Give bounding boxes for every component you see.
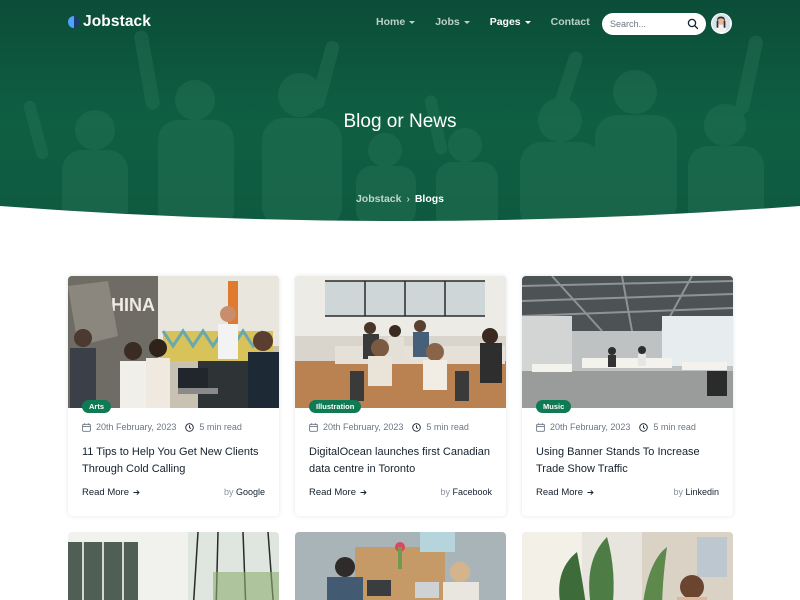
- breadcrumb-home[interactable]: Jobstack: [356, 193, 402, 205]
- category-tag[interactable]: Music: [536, 400, 572, 413]
- blog-card-image[interactable]: [522, 532, 733, 600]
- breadcrumb: Jobstack › Blogs: [0, 193, 800, 205]
- read-more-link[interactable]: Read More: [536, 487, 594, 498]
- author-name[interactable]: Facebook: [452, 487, 492, 497]
- by-prefix: by: [440, 487, 450, 497]
- workspace-image: [522, 276, 733, 408]
- calendar-icon: [309, 422, 318, 432]
- calendar-icon: [536, 422, 545, 432]
- chevron-down-icon: [463, 21, 470, 24]
- blog-card-image[interactable]: [68, 532, 279, 600]
- blog-card[interactable]: Music 20th February, 2023 5 min read Usi…: [522, 276, 733, 516]
- clock-icon: [185, 422, 195, 432]
- author-name[interactable]: Linkedin: [685, 487, 719, 497]
- read-time: 5 min read: [426, 422, 469, 432]
- arrow-right-icon: [587, 489, 594, 496]
- user-avatar-icon: [712, 14, 730, 32]
- blog-card-image[interactable]: [295, 276, 506, 408]
- post-title[interactable]: 11 Tips to Help You Get New Clients Thro…: [82, 444, 268, 478]
- blog-card[interactable]: Illustration 20th February, 2023 5 min r…: [295, 276, 506, 516]
- clock-icon: [412, 422, 422, 432]
- search-box: [602, 13, 706, 35]
- clock-icon: [639, 422, 649, 432]
- category-tag[interactable]: Arts: [82, 400, 112, 413]
- nav-item-home-label: Home: [376, 16, 406, 28]
- by-prefix: by: [223, 487, 234, 497]
- post-meta: 20th February, 2023 5 min read: [536, 422, 696, 432]
- chevron-down-icon: [409, 21, 416, 24]
- search-icon[interactable]: [687, 18, 699, 30]
- arrow-right-icon: [133, 489, 140, 496]
- hero-banner: Jobstack Home Jobs Pages Contact Search.…: [0, 0, 800, 222]
- post-author: by Google: [224, 487, 265, 497]
- brand-name: Jobstack: [83, 13, 151, 30]
- bright-office-image: [68, 532, 279, 600]
- read-more-label: Read More: [82, 487, 129, 498]
- post-date: 20th February, 2023: [323, 422, 404, 432]
- breadcrumb-current: Blogs: [414, 193, 445, 205]
- open-office-image: [295, 276, 506, 408]
- top-navbar: Jobstack Home Jobs Pages Contact: [0, 0, 800, 46]
- team-laptops-image: [295, 532, 506, 600]
- nav-item-contact[interactable]: Contact: [551, 16, 590, 28]
- page-title: Blog or News: [343, 111, 457, 132]
- plants-workspace-image: [522, 532, 733, 600]
- post-date: 20th February, 2023: [96, 422, 177, 432]
- post-date: 20th February, 2023: [550, 422, 631, 432]
- avatar[interactable]: [711, 13, 732, 34]
- calendar-icon: [82, 422, 91, 432]
- nav-item-jobs-label: Jobs: [435, 16, 460, 28]
- logo-icon: [68, 16, 80, 28]
- author-name[interactable]: Google: [236, 487, 265, 497]
- office-meeting-image: CHINA: [68, 276, 279, 408]
- read-more-link[interactable]: Read More: [82, 487, 140, 498]
- read-more-label: Read More: [309, 487, 356, 498]
- post-author: by Facebook: [440, 487, 492, 497]
- category-tag[interactable]: Illustration: [309, 400, 362, 413]
- nav-item-home[interactable]: Home: [376, 16, 416, 28]
- post-meta: 20th February, 2023 5 min read: [82, 422, 242, 432]
- brand-logo[interactable]: Jobstack: [68, 13, 151, 31]
- breadcrumb-separator: ›: [406, 193, 410, 205]
- post-title[interactable]: Using Banner Stands To Increase Trade Sh…: [536, 444, 722, 478]
- nav-item-contact-label: Contact: [550, 16, 590, 28]
- blog-card[interactable]: CHINA Arts 20th February, 2023 5 min rea…: [68, 276, 279, 516]
- post-author: by Linkedin: [673, 487, 719, 497]
- post-meta: 20th February, 2023 5 min read: [309, 422, 469, 432]
- search-input[interactable]: [610, 19, 686, 29]
- main-menu: Home Jobs Pages Contact: [376, 16, 610, 28]
- blog-card-image[interactable]: [522, 276, 733, 408]
- post-title[interactable]: DigitalOcean launches first Canadian dat…: [309, 444, 495, 478]
- chevron-down-icon: [524, 21, 531, 24]
- read-more-label: Read More: [536, 487, 583, 498]
- nav-item-pages-label: Pages: [489, 16, 521, 28]
- blog-card-image[interactable]: [295, 532, 506, 600]
- arrow-right-icon: [360, 489, 367, 496]
- read-more-link[interactable]: Read More: [309, 487, 367, 498]
- read-time: 5 min read: [653, 422, 696, 432]
- blog-card-image[interactable]: CHINA: [68, 276, 279, 408]
- read-time: 5 min read: [199, 422, 242, 432]
- by-prefix: by: [673, 487, 683, 497]
- nav-item-jobs[interactable]: Jobs: [435, 16, 470, 28]
- nav-item-pages[interactable]: Pages: [490, 16, 531, 28]
